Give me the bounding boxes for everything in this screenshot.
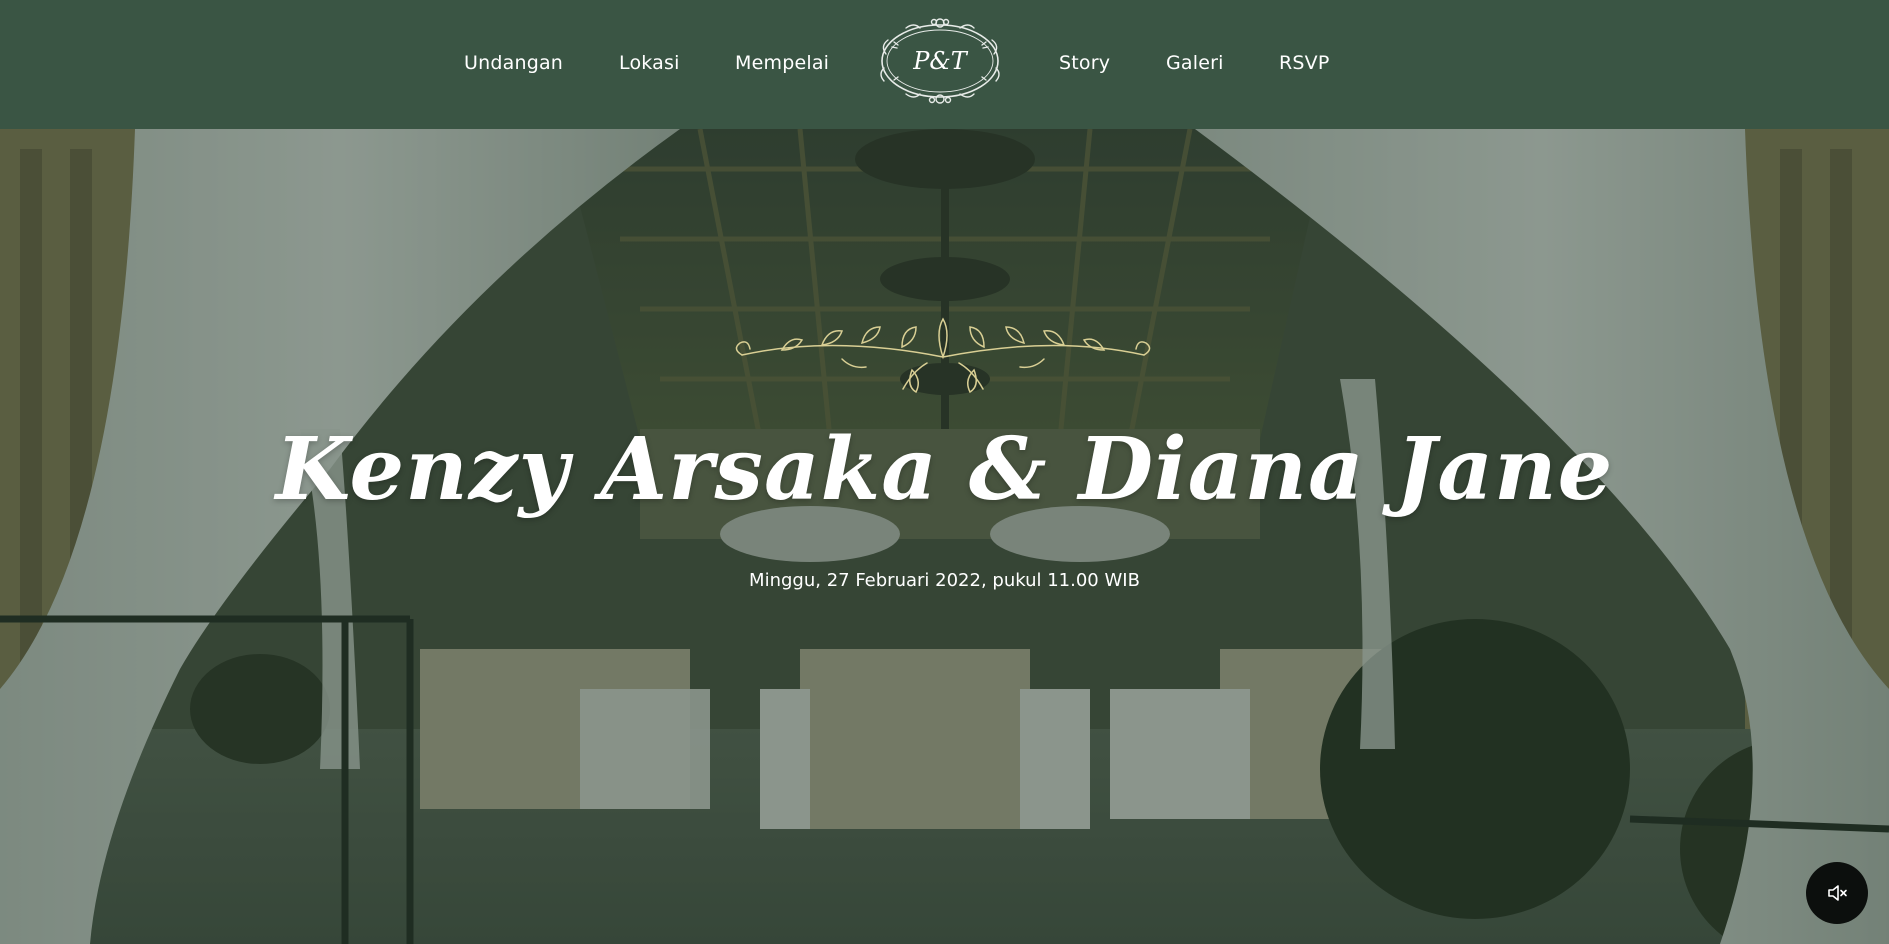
logo-monogram-text: P&T bbox=[912, 47, 969, 75]
speaker-muted-icon bbox=[1828, 885, 1847, 901]
dark-green-overlay bbox=[0, 129, 1889, 944]
monogram-logo[interactable]: P&T bbox=[876, 14, 1004, 108]
floral-divider-ornament bbox=[735, 317, 1151, 394]
nav-link-mempelai[interactable]: Mempelai bbox=[735, 52, 829, 74]
event-date-text: Minggu, 27 Februari 2022, pukul 11.00 WI… bbox=[749, 570, 1140, 591]
top-navbar: Undangan Lokasi Mempelai P&T Story Galer… bbox=[0, 0, 1889, 129]
nav-link-galeri[interactable]: Galeri bbox=[1166, 52, 1224, 74]
nav-link-rsvp[interactable]: RSVP bbox=[1279, 52, 1330, 74]
hero-section: Kenzy Arsaka & Diana Jane Minggu, 27 Feb… bbox=[0, 129, 1889, 944]
couple-names-heading: Kenzy Arsaka & Diana Jane bbox=[275, 419, 1614, 520]
nav-link-story[interactable]: Story bbox=[1059, 52, 1110, 74]
nav-link-undangan[interactable]: Undangan bbox=[464, 52, 563, 74]
music-toggle-button[interactable] bbox=[1806, 862, 1868, 924]
nav-link-lokasi[interactable]: Lokasi bbox=[619, 52, 680, 74]
